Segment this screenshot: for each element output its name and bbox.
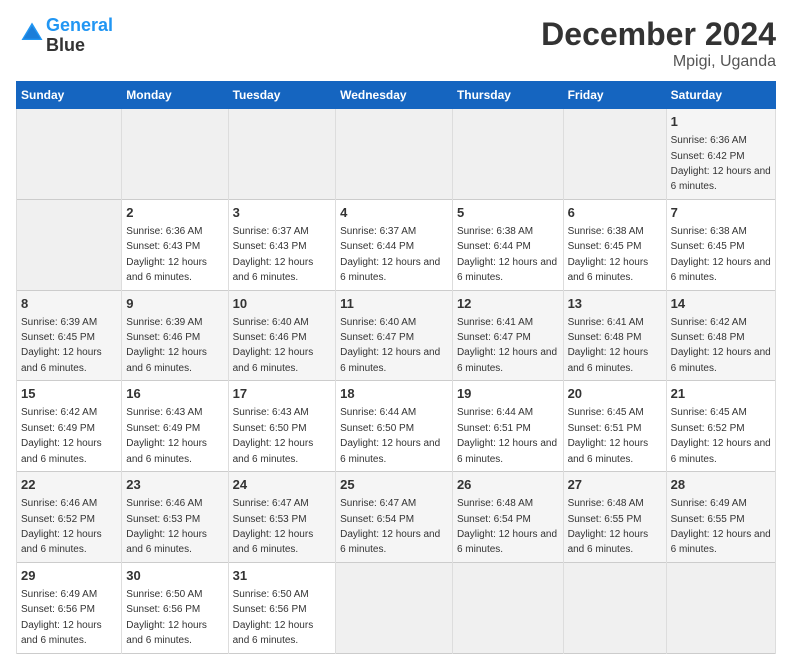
calendar-cell-11: 11Sunrise: 6:40 AMSunset: 6:47 PMDayligh… — [336, 290, 453, 381]
calendar-row-1: 2Sunrise: 6:36 AMSunset: 6:43 PMDaylight… — [17, 199, 776, 290]
calendar-cell-23: 23Sunrise: 6:46 AMSunset: 6:53 PMDayligh… — [122, 472, 228, 563]
logo-text: GeneralBlue — [46, 16, 113, 56]
calendar-cell-13: 13Sunrise: 6:41 AMSunset: 6:48 PMDayligh… — [563, 290, 666, 381]
calendar-row-2: 8Sunrise: 6:39 AMSunset: 6:45 PMDaylight… — [17, 290, 776, 381]
calendar-cell-4: 4Sunrise: 6:37 AMSunset: 6:44 PMDaylight… — [336, 199, 453, 290]
calendar-cell-9: 9Sunrise: 6:39 AMSunset: 6:46 PMDaylight… — [122, 290, 228, 381]
header-cell-sunday: Sunday — [17, 82, 122, 109]
calendar-cell-1: 1Sunrise: 6:36 AMSunset: 6:42 PMDaylight… — [666, 109, 775, 200]
calendar-row-5: 29Sunrise: 6:49 AMSunset: 6:56 PMDayligh… — [17, 562, 776, 653]
calendar-cell-22: 22Sunrise: 6:46 AMSunset: 6:52 PMDayligh… — [17, 472, 122, 563]
empty-cell — [228, 109, 336, 200]
calendar-row-0: 1Sunrise: 6:36 AMSunset: 6:42 PMDaylight… — [17, 109, 776, 200]
calendar-cell-28: 28Sunrise: 6:49 AMSunset: 6:55 PMDayligh… — [666, 472, 775, 563]
calendar-cell-10: 10Sunrise: 6:40 AMSunset: 6:46 PMDayligh… — [228, 290, 336, 381]
title-block: December 2024 Mpigi, Uganda — [541, 16, 776, 71]
calendar-cell-25: 25Sunrise: 6:47 AMSunset: 6:54 PMDayligh… — [336, 472, 453, 563]
calendar-cell-16: 16Sunrise: 6:43 AMSunset: 6:49 PMDayligh… — [122, 381, 228, 472]
calendar-cell-7: 7Sunrise: 6:38 AMSunset: 6:45 PMDaylight… — [666, 199, 775, 290]
calendar-cell-29: 29Sunrise: 6:49 AMSunset: 6:56 PMDayligh… — [17, 562, 122, 653]
calendar-cell-20: 20Sunrise: 6:45 AMSunset: 6:51 PMDayligh… — [563, 381, 666, 472]
empty-cell — [666, 562, 775, 653]
calendar-cell-3: 3Sunrise: 6:37 AMSunset: 6:43 PMDaylight… — [228, 199, 336, 290]
page-title: December 2024 — [541, 16, 776, 53]
header-row: SundayMondayTuesdayWednesdayThursdayFrid… — [17, 82, 776, 109]
empty-cell — [122, 109, 228, 200]
calendar-row-3: 15Sunrise: 6:42 AMSunset: 6:49 PMDayligh… — [17, 381, 776, 472]
header-cell-friday: Friday — [563, 82, 666, 109]
calendar-table: SundayMondayTuesdayWednesdayThursdayFrid… — [16, 81, 776, 654]
calendar-row-4: 22Sunrise: 6:46 AMSunset: 6:52 PMDayligh… — [17, 472, 776, 563]
calendar-cell-18: 18Sunrise: 6:44 AMSunset: 6:50 PMDayligh… — [336, 381, 453, 472]
calendar-cell-30: 30Sunrise: 6:50 AMSunset: 6:56 PMDayligh… — [122, 562, 228, 653]
calendar-cell-17: 17Sunrise: 6:43 AMSunset: 6:50 PMDayligh… — [228, 381, 336, 472]
page-header: GeneralBlue December 2024 Mpigi, Uganda — [16, 16, 776, 71]
empty-cell — [336, 109, 453, 200]
calendar-cell-27: 27Sunrise: 6:48 AMSunset: 6:55 PMDayligh… — [563, 472, 666, 563]
calendar-cell-26: 26Sunrise: 6:48 AMSunset: 6:54 PMDayligh… — [452, 472, 563, 563]
calendar-cell-12: 12Sunrise: 6:41 AMSunset: 6:47 PMDayligh… — [452, 290, 563, 381]
calendar-cell-24: 24Sunrise: 6:47 AMSunset: 6:53 PMDayligh… — [228, 472, 336, 563]
header-cell-saturday: Saturday — [666, 82, 775, 109]
empty-cell — [452, 562, 563, 653]
calendar-cell-6: 6Sunrise: 6:38 AMSunset: 6:45 PMDaylight… — [563, 199, 666, 290]
calendar-cell-2: 2Sunrise: 6:36 AMSunset: 6:43 PMDaylight… — [122, 199, 228, 290]
calendar-cell-15: 15Sunrise: 6:42 AMSunset: 6:49 PMDayligh… — [17, 381, 122, 472]
calendar-cell-31: 31Sunrise: 6:50 AMSunset: 6:56 PMDayligh… — [228, 562, 336, 653]
calendar-cell-5: 5Sunrise: 6:38 AMSunset: 6:44 PMDaylight… — [452, 199, 563, 290]
header-cell-thursday: Thursday — [452, 82, 563, 109]
calendar-cell-21: 21Sunrise: 6:45 AMSunset: 6:52 PMDayligh… — [666, 381, 775, 472]
empty-cell — [17, 199, 122, 290]
empty-cell — [336, 562, 453, 653]
empty-cell — [563, 109, 666, 200]
header-cell-wednesday: Wednesday — [336, 82, 453, 109]
header-cell-monday: Monday — [122, 82, 228, 109]
calendar-cell-19: 19Sunrise: 6:44 AMSunset: 6:51 PMDayligh… — [452, 381, 563, 472]
empty-cell — [452, 109, 563, 200]
page-subtitle: Mpigi, Uganda — [541, 53, 776, 71]
calendar-cell-8: 8Sunrise: 6:39 AMSunset: 6:45 PMDaylight… — [17, 290, 122, 381]
empty-cell — [563, 562, 666, 653]
logo-icon — [18, 19, 46, 47]
calendar-cell-14: 14Sunrise: 6:42 AMSunset: 6:48 PMDayligh… — [666, 290, 775, 381]
empty-cell — [17, 109, 122, 200]
header-cell-tuesday: Tuesday — [228, 82, 336, 109]
logo: GeneralBlue — [16, 16, 113, 56]
